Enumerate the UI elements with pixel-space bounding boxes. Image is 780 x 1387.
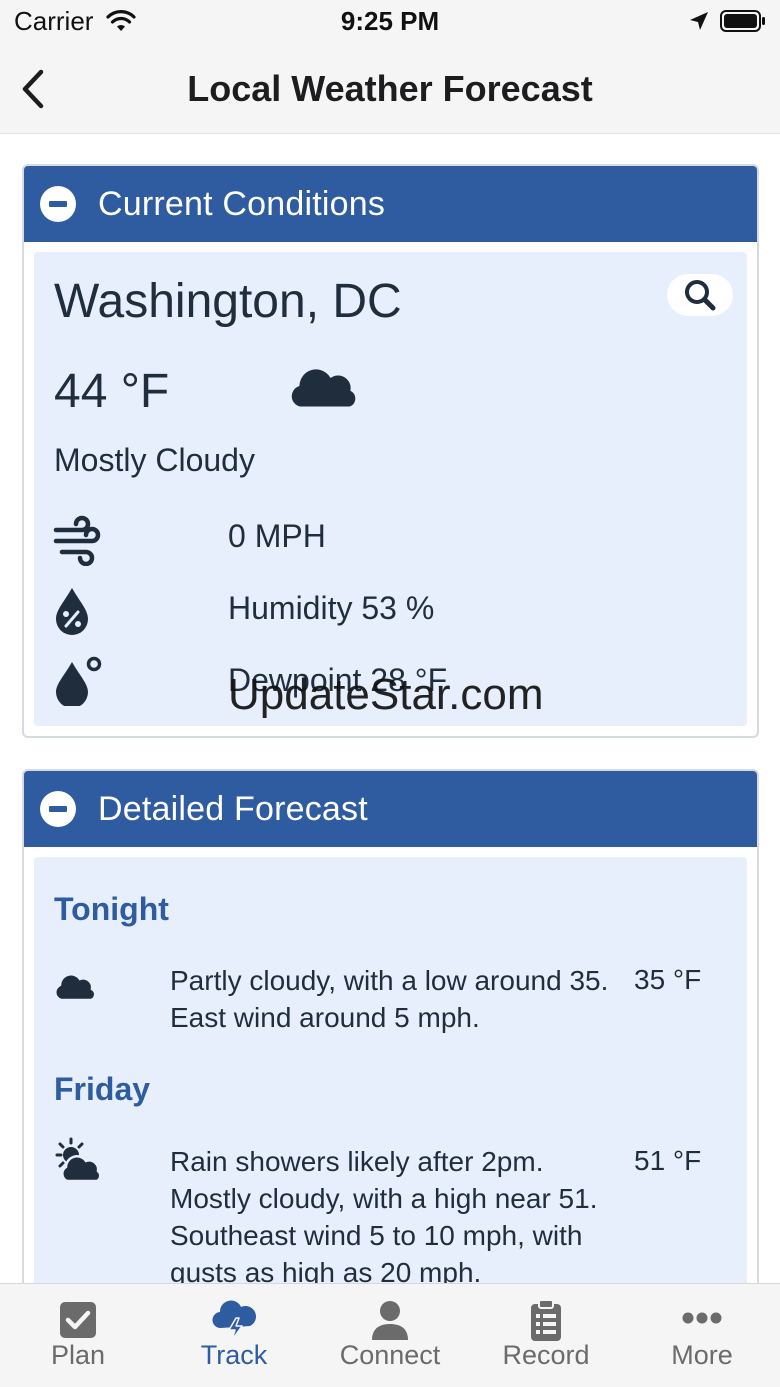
current-temperature: 44 °F — [54, 365, 170, 418]
checkbox-icon — [60, 1302, 96, 1338]
detailed-forecast-body: Tonight Partly cloudy, with a low around… — [34, 857, 747, 1329]
detailed-forecast-header[interactable]: Detailed Forecast — [24, 771, 757, 847]
tab-connect[interactable]: Connect — [312, 1284, 468, 1387]
condition-text: Mostly Cloudy — [54, 442, 255, 478]
location-name: Washington, DC — [54, 275, 402, 328]
wind-icon — [53, 515, 101, 566]
current-conditions-title: Current Conditions — [98, 184, 386, 223]
status-bar: Carrier 9:25 PM — [0, 0, 780, 44]
user-icon — [372, 1301, 408, 1340]
collapse-icon — [40, 791, 76, 827]
period-name: Friday — [54, 1071, 151, 1107]
tab-label: Plan — [50, 1340, 106, 1370]
wind-speed: 0 MPH — [228, 518, 326, 554]
ellipsis-icon — [682, 1312, 722, 1324]
detailed-forecast-panel: Detailed Forecast Tonight Partly cloudy,… — [22, 769, 759, 1329]
cloud-moon-icon — [288, 346, 370, 410]
tab-more[interactable]: More — [624, 1284, 780, 1387]
page-title: Local Weather Forecast — [187, 68, 593, 109]
tab-bar: Plan Track Connect Record More — [0, 1283, 780, 1387]
location-arrow-icon — [690, 12, 708, 30]
status-time: 9:25 PM — [340, 6, 440, 36]
period-description: Rain showers likely after 2pm. Mostly cl… — [170, 1146, 598, 1288]
collapse-icon — [40, 186, 76, 222]
tab-label: Track — [200, 1340, 268, 1370]
current-conditions-body: Washington, DC 44 °F Mostly Cloudy 0 MPH… — [34, 252, 747, 726]
humidity-icon — [56, 588, 88, 635]
current-conditions-panel: Current Conditions Washington, DC 44 °F … — [22, 164, 759, 738]
search-icon — [685, 280, 716, 311]
tab-label: Record — [502, 1340, 590, 1370]
period-temperature: 51 °F — [634, 1145, 702, 1176]
period-description: Partly cloudy, with a low around 35. Eas… — [170, 965, 609, 1033]
humidity-value: Humidity 53 % — [228, 590, 435, 626]
nav-header: Local Weather Forecast — [0, 44, 780, 134]
cloud-sun-icon — [55, 1137, 102, 1183]
cloud-moon-icon — [54, 959, 102, 1002]
tab-track[interactable]: Track — [156, 1284, 312, 1387]
dewpoint-icon — [56, 656, 102, 706]
detailed-forecast-title: Detailed Forecast — [98, 789, 368, 828]
tab-label: Connect — [339, 1340, 441, 1370]
location-search-button[interactable] — [667, 274, 733, 316]
current-conditions-header[interactable]: Current Conditions — [24, 166, 757, 242]
storm-cloud-icon — [212, 1300, 256, 1341]
tab-record[interactable]: Record — [468, 1284, 624, 1387]
period-name: Tonight — [54, 891, 169, 927]
tab-label: More — [671, 1340, 733, 1370]
tab-plan[interactable]: Plan — [0, 1284, 156, 1387]
period-temperature: 35 °F — [634, 964, 702, 995]
clipboard-icon — [531, 1299, 561, 1341]
watermark: UpdateStar.com — [228, 670, 544, 719]
battery-icon — [720, 10, 765, 32]
